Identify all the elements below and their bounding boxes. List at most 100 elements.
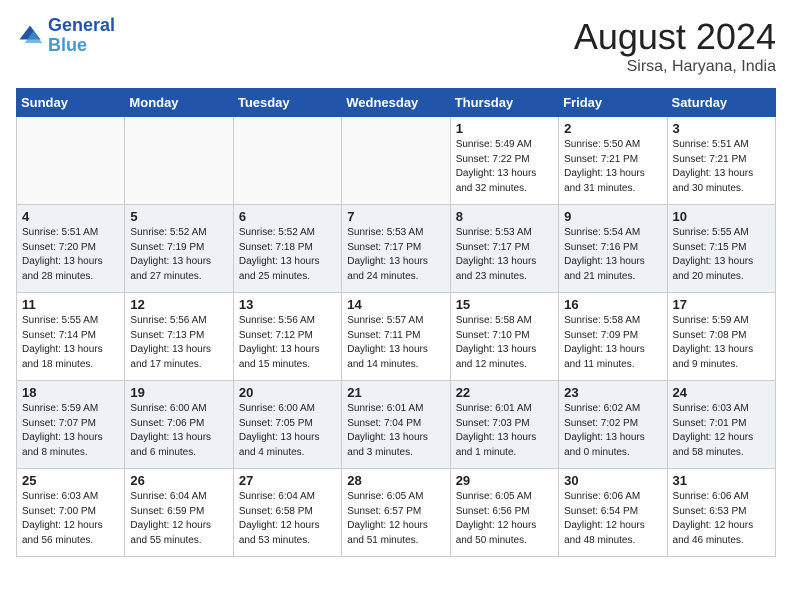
calendar-cell: [342, 117, 450, 205]
day-number: 16: [564, 297, 661, 312]
calendar-cell: 6 Sunrise: 5:52 AMSunset: 7:18 PMDaylight…: [233, 205, 341, 293]
day-number: 24: [673, 385, 770, 400]
cell-info: Sunrise: 6:01 AMSunset: 7:04 PMDaylight:…: [347, 402, 444, 460]
calendar-cell: 11 Sunrise: 5:55 AMSunset: 7:14 PMDayligh…: [17, 293, 125, 381]
calendar-cell: 2 Sunrise: 5:50 AMSunset: 7:21 PMDaylight…: [559, 117, 667, 205]
day-number: 26: [130, 473, 227, 488]
cell-info: Sunrise: 5:56 AMSunset: 7:12 PMDaylight:…: [239, 314, 336, 372]
calendar-week-3: 11 Sunrise: 5:55 AMSunset: 7:14 PMDayligh…: [17, 293, 776, 381]
day-number: 18: [22, 385, 119, 400]
cell-info: Sunrise: 6:01 AMSunset: 7:03 PMDaylight:…: [456, 402, 553, 460]
calendar-cell: 28 Sunrise: 6:05 AMSunset: 6:57 PMDayligh…: [342, 469, 450, 557]
cell-info: Sunrise: 5:50 AMSunset: 7:21 PMDaylight:…: [564, 138, 661, 196]
cell-info: Sunrise: 5:57 AMSunset: 7:11 PMDaylight:…: [347, 314, 444, 372]
cell-info: Sunrise: 5:54 AMSunset: 7:16 PMDaylight:…: [564, 226, 661, 284]
calendar-cell: 22 Sunrise: 6:01 AMSunset: 7:03 PMDayligh…: [450, 381, 558, 469]
day-number: 2: [564, 121, 661, 136]
calendar-header-row: SundayMondayTuesdayWednesdayThursdayFrid…: [17, 89, 776, 117]
cell-info: Sunrise: 6:05 AMSunset: 6:56 PMDaylight:…: [456, 490, 553, 548]
title-block: August 2024 Sirsa, Haryana, India: [574, 16, 776, 76]
day-number: 31: [673, 473, 770, 488]
calendar-cell: [17, 117, 125, 205]
day-number: 12: [130, 297, 227, 312]
calendar-cell: 21Sunrise: 6:01 AMSunset: 7:04 PMDayligh…: [342, 381, 450, 469]
calendar-cell: 19 Sunrise: 6:00 AMSunset: 7:06 PMDayligh…: [125, 381, 233, 469]
day-number: 17: [673, 297, 770, 312]
day-number: 4: [22, 209, 119, 224]
calendar-cell: 16 Sunrise: 5:58 AMSunset: 7:09 PMDayligh…: [559, 293, 667, 381]
day-number: 19: [130, 385, 227, 400]
day-number: 14: [347, 297, 444, 312]
calendar-cell: 8Sunrise: 5:53 AMSunset: 7:17 PMDaylight…: [450, 205, 558, 293]
calendar-week-5: 25Sunrise: 6:03 AMSunset: 7:00 PMDayligh…: [17, 469, 776, 557]
calendar-cell: 23 Sunrise: 6:02 AMSunset: 7:02 PMDayligh…: [559, 381, 667, 469]
calendar-cell: 3Sunrise: 5:51 AMSunset: 7:21 PMDaylight…: [667, 117, 775, 205]
day-header-saturday: Saturday: [667, 89, 775, 117]
calendar-table: SundayMondayTuesdayWednesdayThursdayFrid…: [16, 88, 776, 557]
calendar-cell: 10 Sunrise: 5:55 AMSunset: 7:15 PMDayligh…: [667, 205, 775, 293]
cell-info: Sunrise: 6:05 AMSunset: 6:57 PMDaylight:…: [347, 490, 444, 548]
calendar-cell: 4 Sunrise: 5:51 AMSunset: 7:20 PMDaylight…: [17, 205, 125, 293]
day-header-wednesday: Wednesday: [342, 89, 450, 117]
day-number: 3: [673, 121, 770, 136]
cell-info: Sunrise: 5:49 AMSunset: 7:22 PMDaylight:…: [456, 138, 553, 196]
cell-info: Sunrise: 5:55 AMSunset: 7:15 PMDaylight:…: [673, 226, 770, 284]
day-number: 9: [564, 209, 661, 224]
day-number: 11: [22, 297, 119, 312]
day-number: 22: [456, 385, 553, 400]
day-number: 25: [22, 473, 119, 488]
page-header: General Blue August 2024 Sirsa, Haryana,…: [16, 16, 776, 76]
month-year: August 2024: [574, 16, 776, 58]
logo: General Blue: [16, 16, 115, 56]
day-number: 27: [239, 473, 336, 488]
day-number: 23: [564, 385, 661, 400]
day-header-monday: Monday: [125, 89, 233, 117]
cell-info: Sunrise: 5:59 AMSunset: 7:08 PMDaylight:…: [673, 314, 770, 372]
day-number: 28: [347, 473, 444, 488]
day-header-friday: Friday: [559, 89, 667, 117]
calendar-cell: 30 Sunrise: 6:06 AMSunset: 6:54 PMDayligh…: [559, 469, 667, 557]
calendar-cell: 9 Sunrise: 5:54 AMSunset: 7:16 PMDaylight…: [559, 205, 667, 293]
day-number: 30: [564, 473, 661, 488]
calendar-cell: 26 Sunrise: 6:04 AMSunset: 6:59 PMDayligh…: [125, 469, 233, 557]
logo-icon: [16, 22, 44, 50]
day-number: 5: [130, 209, 227, 224]
calendar-cell: 14 Sunrise: 5:57 AMSunset: 7:11 PMDayligh…: [342, 293, 450, 381]
cell-info: Sunrise: 5:51 AMSunset: 7:20 PMDaylight:…: [22, 226, 119, 284]
cell-info: Sunrise: 5:59 AMSunset: 7:07 PMDaylight:…: [22, 402, 119, 460]
cell-info: Sunrise: 6:00 AMSunset: 7:05 PMDaylight:…: [239, 402, 336, 460]
day-header-thursday: Thursday: [450, 89, 558, 117]
calendar-cell: 13 Sunrise: 5:56 AMSunset: 7:12 PMDayligh…: [233, 293, 341, 381]
calendar-cell: 15Sunrise: 5:58 AMSunset: 7:10 PMDayligh…: [450, 293, 558, 381]
calendar-cell: 25Sunrise: 6:03 AMSunset: 7:00 PMDayligh…: [17, 469, 125, 557]
day-number: 8: [456, 209, 553, 224]
cell-info: Sunrise: 5:53 AMSunset: 7:17 PMDaylight:…: [347, 226, 444, 284]
day-number: 13: [239, 297, 336, 312]
calendar-cell: [233, 117, 341, 205]
calendar-week-4: 18 Sunrise: 5:59 AMSunset: 7:07 PMDayligh…: [17, 381, 776, 469]
cell-info: Sunrise: 6:04 AMSunset: 6:58 PMDaylight:…: [239, 490, 336, 548]
day-header-sunday: Sunday: [17, 89, 125, 117]
cell-info: Sunrise: 5:52 AMSunset: 7:19 PMDaylight:…: [130, 226, 227, 284]
calendar-cell: 29 Sunrise: 6:05 AMSunset: 6:56 PMDayligh…: [450, 469, 558, 557]
calendar-cell: 27 Sunrise: 6:04 AMSunset: 6:58 PMDayligh…: [233, 469, 341, 557]
day-number: 29: [456, 473, 553, 488]
calendar-cell: 20Sunrise: 6:00 AMSunset: 7:05 PMDayligh…: [233, 381, 341, 469]
cell-info: Sunrise: 6:00 AMSunset: 7:06 PMDaylight:…: [130, 402, 227, 460]
cell-info: Sunrise: 6:02 AMSunset: 7:02 PMDaylight:…: [564, 402, 661, 460]
cell-info: Sunrise: 5:58 AMSunset: 7:09 PMDaylight:…: [564, 314, 661, 372]
cell-info: Sunrise: 5:52 AMSunset: 7:18 PMDaylight:…: [239, 226, 336, 284]
calendar-cell: 7Sunrise: 5:53 AMSunset: 7:17 PMDaylight…: [342, 205, 450, 293]
calendar-cell: 24Sunrise: 6:03 AMSunset: 7:01 PMDayligh…: [667, 381, 775, 469]
day-number: 6: [239, 209, 336, 224]
calendar-week-2: 4 Sunrise: 5:51 AMSunset: 7:20 PMDaylight…: [17, 205, 776, 293]
cell-info: Sunrise: 6:06 AMSunset: 6:53 PMDaylight:…: [673, 490, 770, 548]
cell-info: Sunrise: 5:56 AMSunset: 7:13 PMDaylight:…: [130, 314, 227, 372]
calendar-week-1: 1Sunrise: 5:49 AMSunset: 7:22 PMDaylight…: [17, 117, 776, 205]
location: Sirsa, Haryana, India: [574, 58, 776, 76]
cell-info: Sunrise: 5:55 AMSunset: 7:14 PMDaylight:…: [22, 314, 119, 372]
cell-info: Sunrise: 6:04 AMSunset: 6:59 PMDaylight:…: [130, 490, 227, 548]
day-number: 10: [673, 209, 770, 224]
calendar-cell: 31 Sunrise: 6:06 AMSunset: 6:53 PMDayligh…: [667, 469, 775, 557]
cell-info: Sunrise: 6:06 AMSunset: 6:54 PMDaylight:…: [564, 490, 661, 548]
